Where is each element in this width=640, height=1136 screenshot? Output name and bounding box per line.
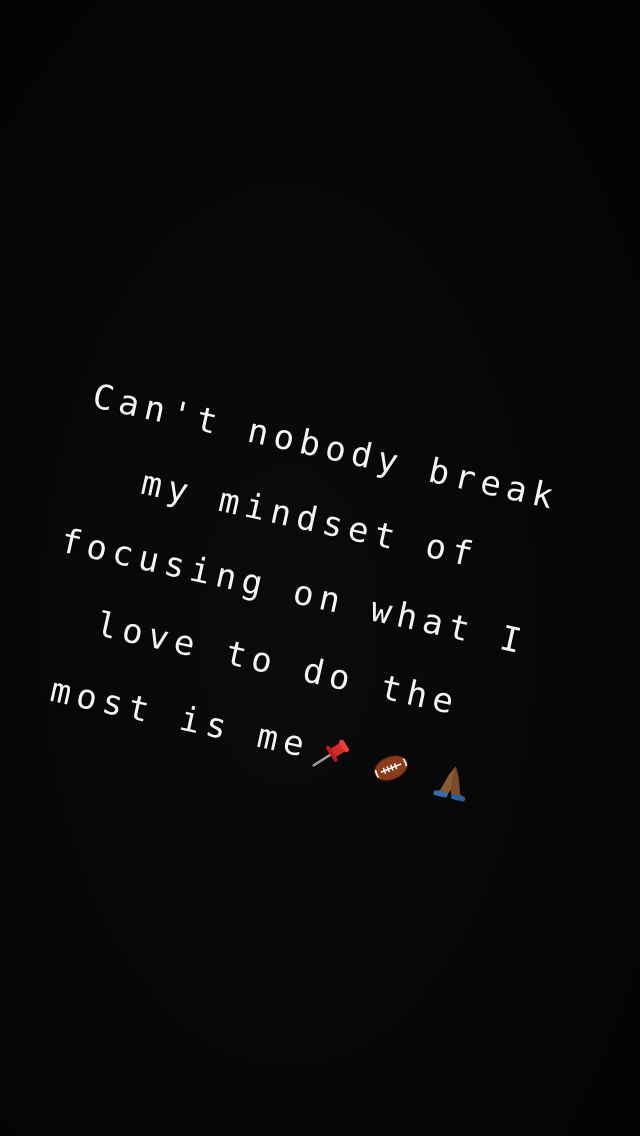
story-screen: Can't nobody break my mindset of focusin…: [0, 0, 640, 1136]
pushpin-icon: [312, 739, 349, 767]
caption-text-block: Can't nobody break my mindset of focusin…: [0, 355, 588, 830]
folded-hands-icon: [433, 766, 465, 802]
american-football-icon: [374, 755, 409, 781]
